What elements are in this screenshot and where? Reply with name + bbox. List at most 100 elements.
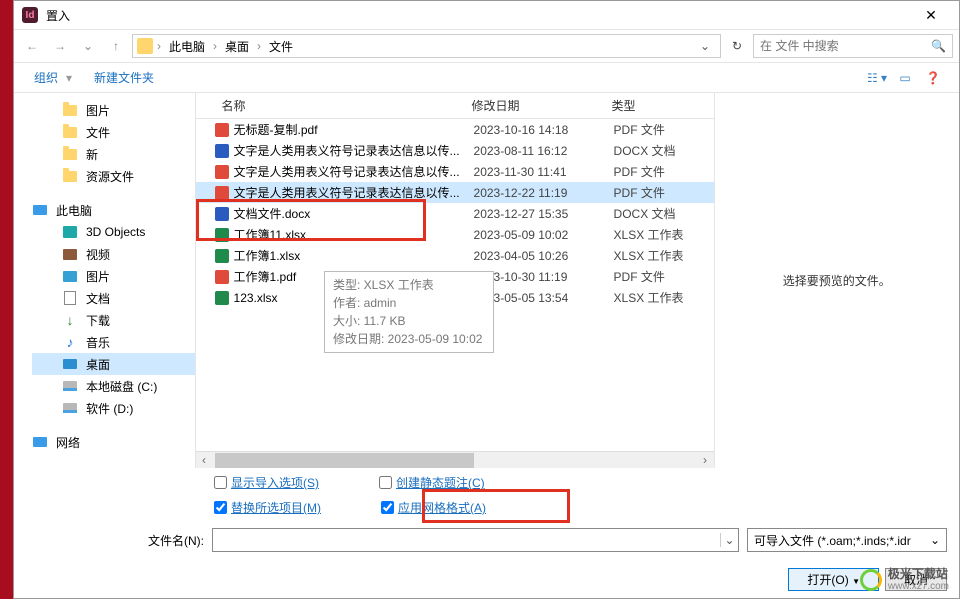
sidebar-item-disk-d[interactable]: 软件 (D:) [32,397,195,419]
chevron-right-icon: › [211,39,219,53]
file-date: 2023-12-22 11:19 [474,186,614,200]
search-icon: 🔍 [931,39,946,53]
path-seg-files[interactable]: 文件 [265,36,297,57]
file-date: 2023-11-30 11:41 [474,165,614,179]
folder-icon [137,38,153,54]
file-name: 无标题-复制.pdf [234,121,474,138]
search-input[interactable] [760,39,927,53]
app-left-bar [0,0,13,599]
recent-dropdown[interactable]: ⌄ [76,34,100,58]
new-folder-button[interactable]: 新建文件夹 [86,65,162,90]
chevron-right-icon: › [155,39,163,53]
file-row[interactable]: 工作簿1.xlsx2023-04-05 10:26XLSX 工作表 [196,245,714,266]
place-dialog: Id 置入 ✕ ← → ⌄ ↑ › 此电脑 › 桌面 › 文件 ⌄ ↻ 🔍 组织… [13,0,960,599]
up-button[interactable]: ↑ [104,34,128,58]
cancel-button[interactable]: 取消 [885,568,947,591]
sidebar-item-files[interactable]: 文件 [32,121,195,143]
sidebar-item-images[interactable]: 图片 [32,265,195,287]
file-row[interactable]: 文字是人类用表义符号记录表达信息以传...2023-12-22 11:19PDF… [196,182,714,203]
options-row-2: 替换所选项目(M) 应用网格格式(A) [14,493,959,518]
filename-label: 文件名(N): [14,532,204,549]
file-row[interactable]: 文档文件.docx2023-12-27 15:35DOCX 文档 [196,203,714,224]
file-filter-dropdown[interactable]: 可导入文件 (*.oam;*.inds;*.idr ⌄ [747,528,947,552]
button-row: 打开(O) ▼ 取消 [14,562,959,601]
help-button[interactable]: ❓ [919,67,947,89]
pdf-file-icon [214,164,230,180]
nav-row: ← → ⌄ ↑ › 此电脑 › 桌面 › 文件 ⌄ ↻ 🔍 [14,29,959,63]
back-button[interactable]: ← [20,34,44,58]
refresh-button[interactable]: ↻ [725,34,749,58]
chevron-down-icon[interactable]: ⌄ [720,533,738,547]
col-date[interactable]: 修改日期 [464,93,604,118]
file-type: PDF 文件 [614,184,714,201]
file-name: 文字是人类用表义符号记录表达信息以传... [234,184,474,201]
replace-selected-checkbox[interactable]: 替换所选项目(M) [214,499,321,516]
path-seg-root[interactable]: 此电脑 [165,36,209,57]
file-row[interactable]: 无标题-复制.pdf2023-10-16 14:18PDF 文件 [196,119,714,140]
file-row[interactable]: 文字是人类用表义符号记录表达信息以传...2023-08-11 16:12DOC… [196,140,714,161]
file-name: 工作簿1.xlsx [234,247,474,264]
col-name[interactable]: 名称 [214,93,464,118]
file-type: PDF 文件 [614,163,714,180]
sidebar-item-new[interactable]: 新 [32,143,195,165]
open-button[interactable]: 打开(O) ▼ [788,568,879,591]
scroll-left-icon[interactable]: ‹ [196,452,213,469]
col-type[interactable]: 类型 [604,93,704,118]
file-type: XLSX 工作表 [614,289,714,306]
sidebar-item-music[interactable]: ♪音乐 [32,331,195,353]
file-date: 2023-08-11 16:12 [474,144,614,158]
sidebar-item-downloads[interactable]: ↓下载 [32,309,195,331]
create-static-caption-checkbox[interactable]: 创建静态题注(C) [379,474,485,491]
preview-toggle-button[interactable]: ▭ [891,67,919,89]
close-icon[interactable]: ✕ [911,1,951,29]
scroll-right-icon[interactable]: › [697,452,714,469]
sidebar-item-disk-c[interactable]: 本地磁盘 (C:) [32,375,195,397]
app-icon: Id [22,7,38,23]
file-type: DOCX 文档 [614,205,714,222]
filename-input[interactable]: ⌄ [212,528,739,552]
chevron-down-icon: ⌄ [930,533,940,547]
view-mode-button[interactable]: ☷ ▾ [863,67,891,89]
file-type: PDF 文件 [614,268,714,285]
file-type: PDF 文件 [614,121,714,138]
forward-button: → [48,34,72,58]
options-row-1: 显示导入选项(S) 创建静态题注(C) [14,468,959,493]
download-icon: ↓ [62,312,78,328]
sidebar-item-documents[interactable]: 文档 [32,287,195,309]
word-file-icon [214,206,230,222]
xlsx-file-icon [214,227,230,243]
horizontal-scrollbar[interactable]: ‹ › [196,451,714,468]
sidebar-item-desktop[interactable]: 桌面 [32,353,195,375]
sidebar-item-3dobjects[interactable]: 3D Objects [32,221,195,243]
sidebar: 图片 文件 新 资源文件 此电脑 3D Objects 视频 图片 文档 ↓下载… [14,93,196,468]
file-date: 2023-04-05 10:26 [474,249,614,263]
path-box[interactable]: › 此电脑 › 桌面 › 文件 ⌄ [132,34,721,58]
organize-menu[interactable]: 组织 [26,65,66,90]
file-name: 文档文件.docx [234,205,474,222]
sidebar-item-pictures[interactable]: 图片 [32,99,195,121]
sidebar-item-thispc[interactable]: 此电脑 [14,199,195,221]
file-date: 2023-10-16 14:18 [474,123,614,137]
scroll-thumb[interactable] [215,453,474,468]
sidebar-item-network[interactable]: 网络 [14,431,195,453]
path-seg-desktop[interactable]: 桌面 [221,36,253,57]
file-type: DOCX 文档 [614,142,714,159]
file-date: 2023-12-27 15:35 [474,207,614,221]
search-box[interactable]: 🔍 [753,34,953,58]
sidebar-item-videos[interactable]: 视频 [32,243,195,265]
show-import-options-checkbox[interactable]: 显示导入选项(S) [214,474,319,491]
preview-message: 选择要预览的文件。 [783,272,891,289]
file-name: 工作簿11.xlsx [234,226,474,243]
file-row[interactable]: 文字是人类用表义符号记录表达信息以传...2023-11-30 11:41PDF… [196,161,714,182]
column-header[interactable]: 名称 修改日期 类型 [196,93,714,119]
file-tooltip: 类型: XLSX 工作表 作者: admin 大小: 11.7 KB 修改日期:… [324,271,494,353]
file-date: 2023-10-30 11:19 [474,270,614,284]
file-row[interactable]: 工作簿11.xlsx2023-05-09 10:02XLSX 工作表 [196,224,714,245]
apply-grid-format-checkbox[interactable]: 应用网格格式(A) [381,499,486,516]
sidebar-item-resources[interactable]: 资源文件 [32,165,195,187]
dialog-title: 置入 [46,7,911,24]
xlsx-file-icon [214,290,230,306]
path-dropdown-icon[interactable]: ⌄ [694,39,716,53]
music-icon: ♪ [62,334,78,350]
file-type: XLSX 工作表 [614,226,714,243]
